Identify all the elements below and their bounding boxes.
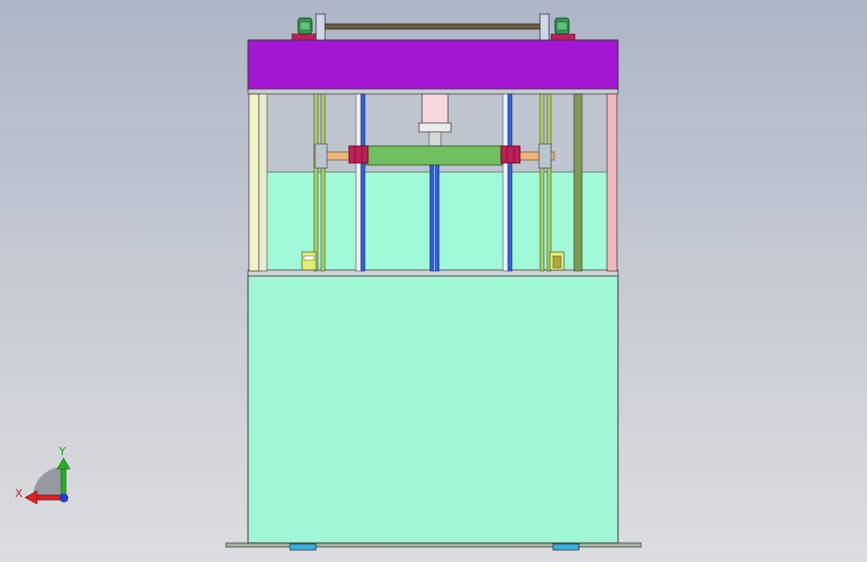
axis-triad: X Y [15,445,71,505]
left-post-inner [258,93,268,272]
right-post [606,93,618,272]
crossbar[interactable] [365,145,503,166]
lower-body[interactable] [247,275,619,544]
triad-plane-icon [33,467,63,497]
y-axis-label: Y [58,445,66,458]
machine-assembly-view[interactable]: X Y [0,0,867,562]
x-axis-arrow [33,494,65,501]
base-feet [225,542,642,551]
top-plate[interactable] [247,39,619,90]
top-plate-lip [247,88,619,95]
z-axis-dot [59,493,69,503]
graphics-viewport[interactable]: X Y [0,0,867,562]
x-axis-label: X [15,487,23,500]
left-post [248,93,260,272]
top-drive [291,13,576,41]
y-axis-arrow [60,465,67,499]
right-inner-post [573,93,583,272]
